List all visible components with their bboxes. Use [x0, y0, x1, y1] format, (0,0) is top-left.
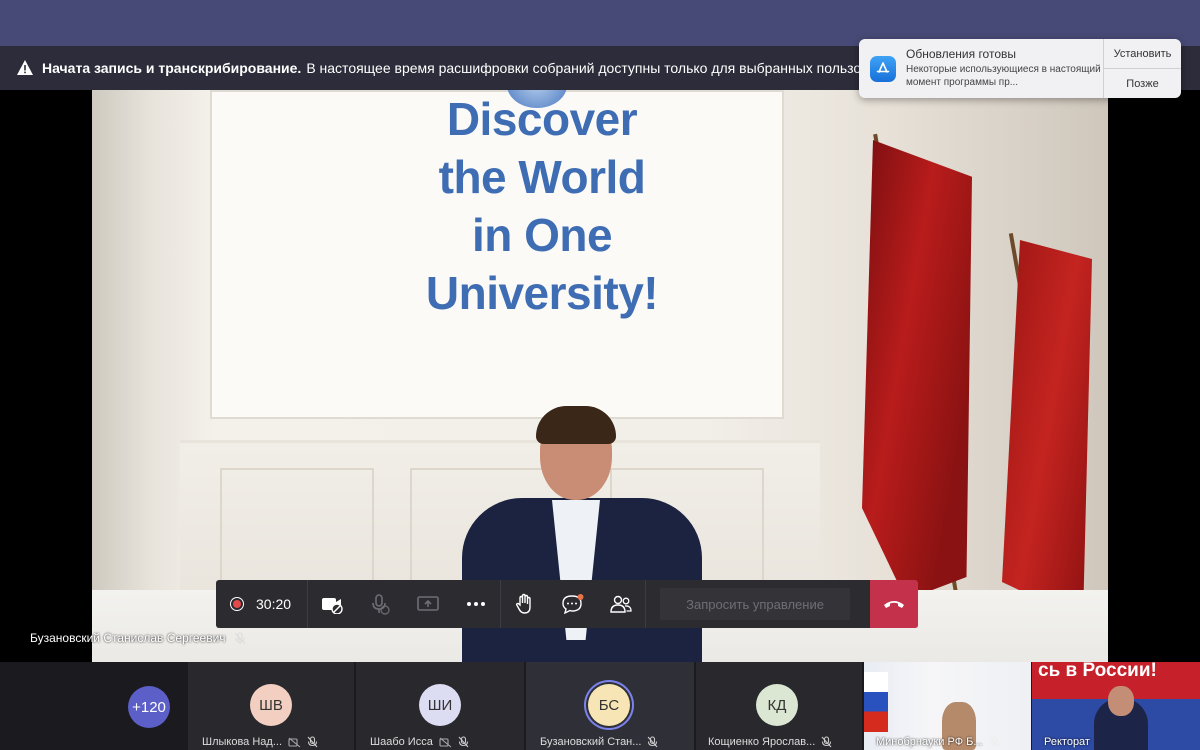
backdrop-slogan: Discover the World in One University!	[362, 90, 722, 322]
participant-name-row: Шаабо Исса	[370, 736, 469, 748]
participant-video-tile[interactable]: сь в России! Ректорат	[1032, 662, 1200, 750]
camera-off-button[interactable]	[308, 580, 356, 628]
video-overlay-text: сь в России!	[1038, 662, 1157, 681]
slogan-line: the World	[438, 151, 646, 203]
install-button[interactable]: Установить	[1104, 39, 1181, 69]
participant-name: Кощиенко Ярослав...	[708, 736, 816, 748]
participant-tile[interactable]: ШВ Шлыкова Над...	[188, 662, 354, 750]
mic-off-icon	[307, 736, 318, 748]
update-notification[interactable]: Обновления готовы Некоторые использующие…	[859, 39, 1181, 98]
app-store-icon	[870, 56, 896, 82]
microphone-button[interactable]	[356, 580, 404, 628]
more-participants-button[interactable]: +120	[128, 686, 170, 728]
participant-face	[1108, 686, 1134, 716]
meeting-toolbar: 30:20 Запросить управление	[216, 580, 918, 628]
flag	[862, 140, 972, 600]
toolbar-divider	[645, 580, 647, 628]
notification-body: Некоторые использующиеся в настоящий мом…	[906, 64, 1101, 88]
participant-name-row: Кощиенко Ярослав...	[708, 736, 832, 748]
mic-off-icon	[458, 736, 469, 748]
participants-strip: +120 ШВ Шлыкова Над... ШИ Шаабо Исса БС …	[0, 662, 1200, 750]
flag	[864, 672, 888, 732]
participant-name: Ректорат	[1044, 736, 1090, 748]
participant-tile[interactable]: КД Кощиенко Ярослав...	[696, 662, 862, 750]
avatar: КД	[756, 684, 798, 726]
participant-name-row: Шлыкова Над...	[202, 736, 318, 748]
main-video[interactable]: Discover the World in One University!	[92, 90, 1108, 662]
hang-up-button[interactable]	[870, 580, 918, 628]
flag	[1002, 240, 1092, 620]
raise-hand-button[interactable]	[501, 580, 549, 628]
mic-off-icon	[989, 736, 999, 748]
more-options-button[interactable]	[452, 580, 500, 628]
avatar: БС	[588, 684, 630, 726]
avatar: ШВ	[250, 684, 292, 726]
slogan-line: in One	[471, 209, 613, 261]
participant-tile[interactable]: ШИ Шаабо Исса	[356, 662, 524, 750]
participants-button[interactable]	[597, 580, 645, 628]
mic-disabled-icon	[372, 594, 390, 615]
participant-video-tile[interactable]: Минобрнауки РФ Б...	[864, 662, 1031, 750]
hand-icon	[516, 593, 531, 614]
mic-off-icon	[648, 736, 658, 748]
recording-banner-title: Начата запись и транскрибирование.	[42, 60, 302, 76]
request-control-button[interactable]: Запросить управление	[660, 588, 851, 620]
hang-up-icon	[884, 601, 904, 608]
share-screen-icon	[417, 596, 439, 611]
people-icon	[610, 595, 632, 613]
warning-icon	[17, 60, 33, 75]
camera-off-icon	[322, 598, 343, 614]
participant-name-row: Ректорат	[1044, 736, 1090, 748]
recording-indicator: 30:20	[216, 580, 309, 628]
video-off-icon	[439, 737, 452, 747]
more-icon	[467, 602, 486, 606]
later-button[interactable]: Позже	[1104, 69, 1181, 98]
chat-icon	[562, 594, 584, 615]
meeting-timer: 30:20	[256, 596, 292, 612]
participant-name: Бузановский Стан...	[540, 736, 642, 748]
notification-title: Обновления готовы	[906, 47, 1017, 61]
participant-name-row: Бузановский Стан...	[540, 736, 658, 748]
mic-off-icon	[234, 631, 245, 644]
participant-name: Минобрнауки РФ Б...	[876, 736, 983, 748]
slogan-line: University!	[425, 267, 659, 319]
mic-off-icon	[821, 736, 832, 748]
participant-name-row: Минобрнауки РФ Б...	[876, 736, 1000, 748]
avatar: ШИ	[419, 684, 461, 726]
participant-name: Шаабо Исса	[370, 736, 433, 748]
speaker-name: Бузановский Станислав Сергеевич	[30, 631, 226, 645]
participant-name: Шлыкова Над...	[202, 736, 283, 748]
video-off-icon	[288, 737, 301, 747]
recording-banner-text: В настоящее время расшифровки собраний д…	[306, 60, 883, 76]
share-screen-button[interactable]	[404, 580, 452, 628]
slogan-line: Discover	[446, 93, 638, 145]
participant-tile[interactable]: БС Бузановский Стан...	[526, 662, 694, 750]
record-icon	[230, 597, 244, 611]
chat-button[interactable]	[549, 580, 597, 628]
speaker-name-label: Бузановский Станислав Сергеевич	[30, 631, 246, 645]
